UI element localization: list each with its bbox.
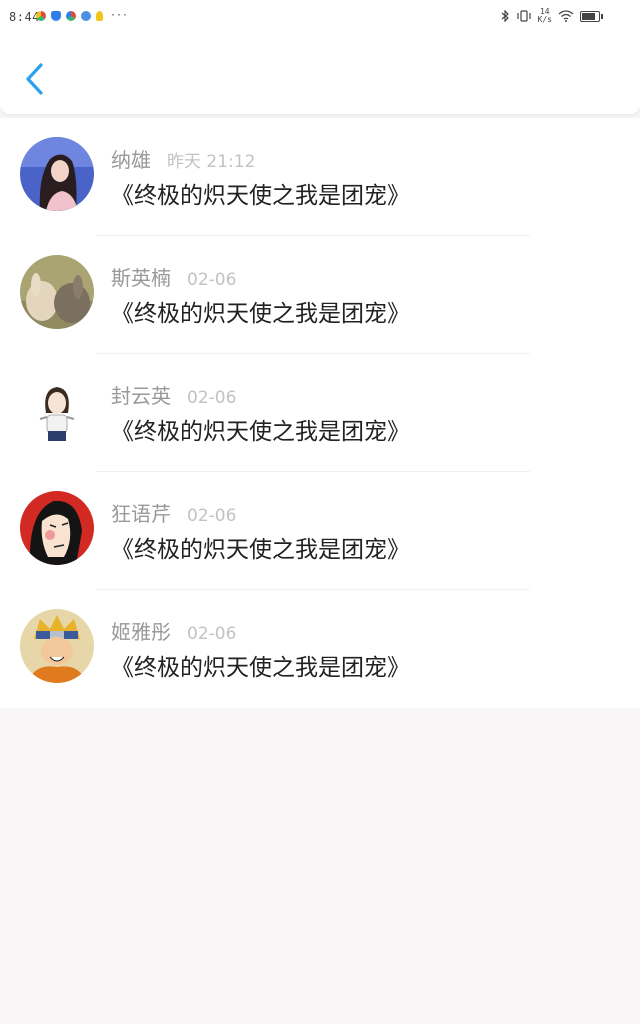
shield-notification-icon (51, 11, 61, 21)
rabbits-avatar-image (20, 255, 94, 329)
comment-meta: 封云英 02-06 (111, 380, 236, 409)
comment-text: 《终极的炽天使之我是团宠》 (111, 655, 410, 681)
comment-time: 昨天 21:12 (167, 152, 256, 172)
cartoon-girl-avatar-image (20, 373, 94, 447)
comment-text: 《终极的炽天使之我是团宠》 (111, 183, 410, 209)
user-name[interactable]: 封云英 (111, 380, 171, 409)
comment-meta: 斯英楠 02-06 (111, 262, 236, 291)
bluetooth-icon (501, 10, 509, 22)
user-name[interactable]: 斯英楠 (111, 262, 171, 291)
comment-time: 02-06 (187, 270, 237, 290)
list-item[interactable]: 封云英 02-06 《终极的炽天使之我是团宠》 (0, 354, 640, 472)
top-navigation-bar (0, 36, 640, 114)
network-speed-unit: K/s (537, 15, 552, 24)
avatar[interactable] (20, 137, 94, 211)
comment-time: 02-06 (187, 388, 237, 408)
status-bar: 8:44 ··· 14 K/s (0, 0, 640, 36)
list-item[interactable]: 斯英楠 02-06 《终极的炽天使之我是团宠》 (0, 236, 640, 354)
comment-list: 纳雄 昨天 21:12 《终极的炽天使之我是团宠》 斯英楠 02-06 《终极的… (0, 118, 640, 708)
avatar[interactable] (20, 491, 94, 565)
user-name[interactable]: 狂语芹 (111, 498, 171, 527)
comment-time: 02-06 (187, 624, 237, 644)
globe-notification-icon (81, 11, 91, 21)
vibrate-icon (516, 10, 531, 22)
bulb-notification-icon (96, 11, 103, 21)
wifi-icon (558, 10, 574, 22)
user-name[interactable]: 姬雅彤 (111, 616, 171, 645)
app-notification-icon (66, 11, 76, 21)
comment-text: 《终极的炽天使之我是团宠》 (111, 301, 410, 327)
comment-text: 《终极的炽天使之我是团宠》 (111, 419, 410, 445)
avatar[interactable] (20, 609, 94, 683)
comment-meta: 狂语芹 02-06 (111, 498, 236, 527)
comment-meta: 纳雄 昨天 21:12 (111, 144, 255, 173)
list-item[interactable]: 纳雄 昨天 21:12 《终极的炽天使之我是团宠》 (0, 118, 640, 236)
network-speed: 14 K/s (538, 8, 552, 24)
avatar[interactable] (20, 255, 94, 329)
list-item[interactable]: 狂语芹 02-06 《终极的炽天使之我是团宠》 (0, 472, 640, 590)
more-notifications-indicator: ··· (110, 10, 129, 21)
app-notification-icon (36, 11, 46, 21)
back-button[interactable] (20, 62, 50, 96)
chevron-left-icon (26, 63, 43, 95)
girl-avatar-image (20, 137, 94, 211)
comment-meta: 姬雅彤 02-06 (111, 616, 236, 645)
status-right: 14 K/s (500, 8, 603, 24)
avatar[interactable] (20, 373, 94, 447)
comment-text: 《终极的炽天使之我是团宠》 (111, 537, 410, 563)
cartoon-face-avatar-image (20, 491, 94, 565)
battery-icon (580, 10, 603, 22)
list-item[interactable]: 姬雅彤 02-06 《终极的炽天使之我是团宠》 (0, 590, 640, 708)
user-name[interactable]: 纳雄 (111, 144, 151, 173)
notification-icons: ··· (36, 11, 128, 21)
anime-ninja-avatar-image (20, 609, 94, 683)
comment-time: 02-06 (187, 506, 237, 526)
